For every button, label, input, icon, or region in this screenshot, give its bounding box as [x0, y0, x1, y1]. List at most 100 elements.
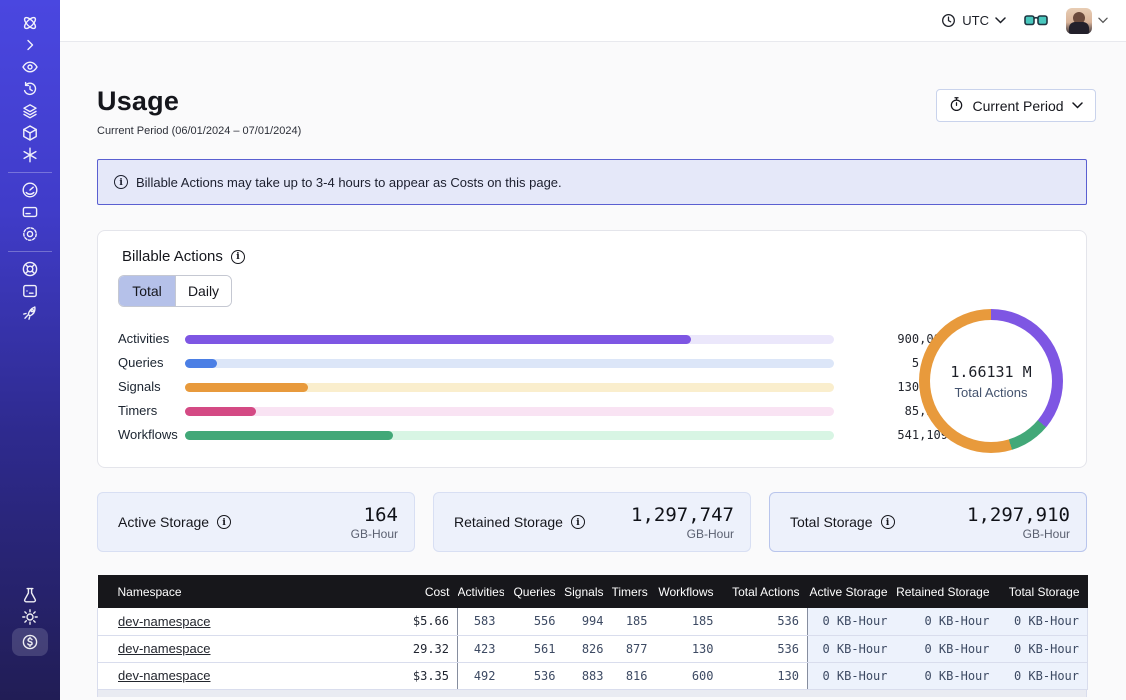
workflows-cell: 600 — [656, 662, 722, 689]
storage-card-unit: GB-Hour — [967, 527, 1070, 541]
total-actions-value: 1.66131 M — [950, 363, 1031, 381]
info-banner: i Billable Actions may take up to 3-4 ho… — [97, 159, 1087, 205]
timezone-label: UTC — [962, 13, 989, 28]
active-storage-cell: 0 KB-Hour — [808, 608, 896, 635]
bar-chart: Activities 900,000 Queries 5,000 Signals… — [98, 327, 958, 447]
account-menu[interactable] — [1066, 8, 1108, 34]
usage-page: UTC Usage Current Period (06/01/2024 – 0… — [0, 0, 1126, 700]
sun-icon[interactable] — [13, 606, 47, 628]
glasses-icon[interactable] — [1024, 13, 1048, 29]
active-storage-cell: 0 KB-Hour — [808, 635, 896, 662]
bar-value: 541,109 — [828, 428, 948, 442]
cost-cell: 29.32 — [346, 635, 458, 662]
stopwatch-icon — [949, 96, 964, 115]
namespace-link[interactable]: dev-namespace — [118, 641, 211, 656]
column-header: Cost — [346, 575, 458, 608]
tab-total[interactable]: Total — [119, 276, 175, 306]
bar-fill — [185, 335, 691, 344]
gear-icon[interactable] — [13, 223, 47, 245]
namespace-link[interactable]: dev-namespace — [118, 614, 211, 629]
sidebar — [0, 0, 60, 700]
tab-daily[interactable]: Daily — [175, 276, 231, 306]
total-actions-cell: 130 — [722, 662, 808, 689]
active-storage-cell: 0 KB-Hour — [808, 662, 896, 689]
period-selector-label: Current Period — [972, 98, 1063, 114]
info-icon: i — [114, 175, 128, 189]
chevron-down-icon — [995, 17, 1006, 24]
terminal-icon[interactable] — [13, 280, 47, 302]
queries-cell: 536 — [504, 662, 564, 689]
namespace-link[interactable]: dev-namespace — [118, 668, 211, 683]
workflows-cell: 130 — [656, 635, 722, 662]
table-body: dev-namespace $5.66 583 556 994 185 185 … — [98, 608, 1088, 689]
column-header: Timers — [612, 575, 656, 608]
bar-row: Workflows 541,109 — [98, 423, 958, 447]
cost-cell: $5.66 — [346, 608, 458, 635]
retained-storage-card: Retained Storagei 1,297,747 GB-Hour — [433, 492, 751, 552]
period-selector-button[interactable]: Current Period — [936, 89, 1096, 122]
info-icon[interactable]: i — [881, 515, 895, 529]
chevron-down-icon — [1098, 17, 1108, 24]
storage-card-value: 1,297,910 — [967, 504, 1070, 526]
dollar-coin-icon[interactable] — [12, 628, 48, 656]
bar-row: Signals 130,000 — [98, 375, 958, 399]
topbar: UTC — [60, 0, 1126, 42]
info-icon[interactable]: i — [571, 515, 585, 529]
banner-text: Billable Actions may take up to 3-4 hour… — [136, 175, 562, 190]
retained-storage-cell: 0 KB-Hour — [896, 608, 998, 635]
donut-chart: 1.66131 M Total Actions — [919, 309, 1063, 453]
page-title: Usage — [97, 86, 179, 117]
bar-row: Timers 85,201 — [98, 399, 958, 423]
total-actions-cell: 536 — [722, 635, 808, 662]
total-storage-cell: 0 KB-Hour — [998, 608, 1088, 635]
retained-storage-cell: 0 KB-Hour — [896, 662, 998, 689]
storage-card-label: Total Storagei — [790, 514, 895, 530]
column-header: Retained Storage — [896, 575, 998, 608]
total-actions-label: Total Actions — [955, 385, 1028, 400]
timezone-dropdown[interactable]: UTC — [941, 13, 1006, 28]
cube-icon[interactable] — [13, 122, 47, 144]
activities-cell: 423 — [458, 635, 504, 662]
credit-card-icon[interactable] — [13, 201, 47, 223]
history-icon[interactable] — [13, 78, 47, 100]
layers-icon[interactable] — [13, 100, 47, 122]
column-header: Namespace — [98, 575, 346, 608]
eye-icon[interactable] — [13, 56, 47, 78]
bar-track — [185, 431, 834, 440]
flask-icon[interactable] — [13, 584, 47, 606]
total-storage-cell: 0 KB-Hour — [998, 635, 1088, 662]
bar-fill — [185, 431, 393, 440]
info-icon[interactable]: i — [217, 515, 231, 529]
bar-label: Activities — [118, 331, 169, 346]
rocket-icon[interactable] — [13, 302, 47, 324]
timers-cell: 185 — [612, 608, 656, 635]
info-icon[interactable]: i — [231, 250, 245, 264]
bar-row: Queries 5,000 — [98, 351, 958, 375]
column-header: Active Storage — [808, 575, 896, 608]
column-header: Total Storage — [998, 575, 1088, 608]
life-ring-icon[interactable] — [13, 258, 47, 280]
temporal-logo-icon[interactable] — [13, 12, 47, 34]
bar-track — [185, 335, 834, 344]
bar-fill — [185, 407, 256, 416]
bar-label: Timers — [118, 403, 157, 418]
avatar[interactable] — [1066, 8, 1092, 34]
bar-track — [185, 407, 834, 416]
bar-fill — [185, 359, 217, 368]
sidebar-divider — [8, 251, 52, 252]
chevron-right-icon[interactable] — [13, 34, 47, 56]
storage-card-unit: GB-Hour — [631, 527, 734, 541]
bar-label: Workflows — [118, 427, 178, 442]
column-header: Queries — [504, 575, 564, 608]
column-header: Workflows — [656, 575, 722, 608]
main-content: Usage Current Period (06/01/2024 – 07/01… — [60, 42, 1126, 700]
timers-cell: 877 — [612, 635, 656, 662]
billable-actions-title: Billable Actions i — [122, 248, 245, 265]
storage-card-value: 164 — [351, 504, 398, 526]
active-storage-card: Active Storagei 164 GB-Hour — [97, 492, 415, 552]
billable-actions-title-text: Billable Actions — [122, 248, 223, 265]
gauge-icon[interactable] — [13, 179, 47, 201]
bar-label: Signals — [118, 379, 161, 394]
storage-card-label: Retained Storagei — [454, 514, 585, 530]
asterisk-icon[interactable] — [13, 144, 47, 166]
